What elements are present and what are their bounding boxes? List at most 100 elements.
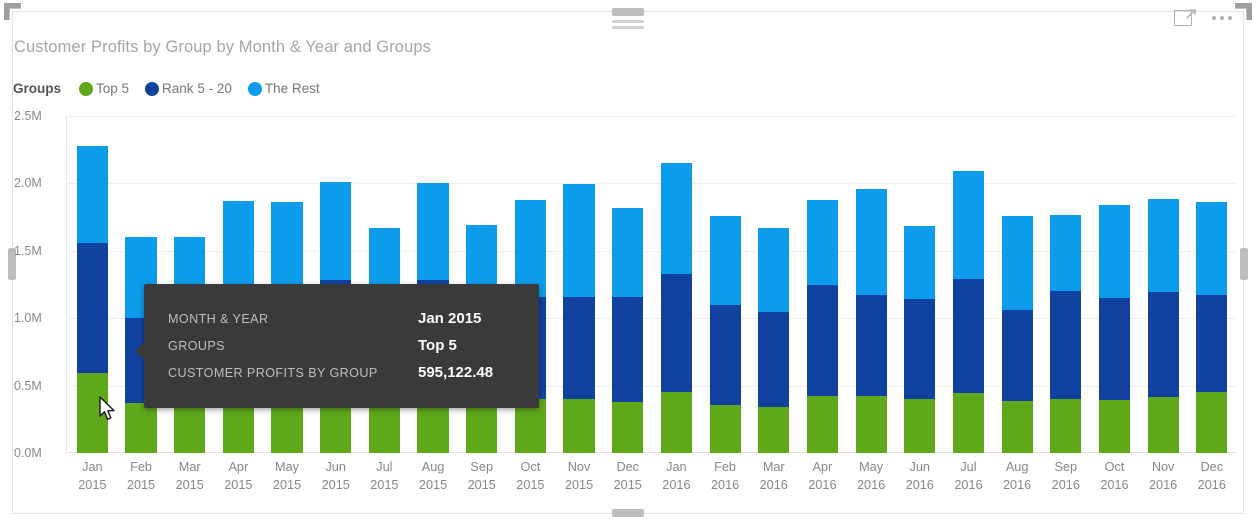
bar-slot (798, 116, 847, 453)
bar-segment[interactable] (1050, 291, 1081, 399)
bar-segment[interactable] (904, 226, 935, 299)
x-axis-tick-label: Dec2016 (1187, 458, 1236, 508)
tooltip-key-month-year: Month & Year (168, 312, 418, 326)
bar-segment[interactable] (856, 189, 887, 294)
bar-slot (993, 116, 1042, 453)
bar-segment[interactable] (1148, 292, 1179, 397)
bar-segment[interactable] (710, 216, 741, 304)
drag-handle[interactable] (612, 20, 644, 32)
more-options-icon[interactable] (1210, 12, 1234, 24)
bar-segment[interactable] (563, 399, 594, 453)
bar-segment[interactable] (1002, 216, 1033, 310)
bar-segment[interactable] (758, 228, 789, 312)
stacked-bar[interactable] (1050, 116, 1081, 453)
bar-segment[interactable] (1148, 199, 1179, 292)
bar-segment[interactable] (710, 405, 741, 453)
bar-segment[interactable] (661, 163, 692, 275)
bar-segment[interactable] (904, 299, 935, 399)
bar-segment[interactable] (515, 200, 546, 297)
bar-segment[interactable] (417, 183, 448, 280)
x-axis-tick-label: Nov2015 (555, 458, 604, 508)
x-axis-tick-label: Oct2015 (506, 458, 555, 508)
stacked-bar[interactable] (563, 116, 594, 453)
bar-segment[interactable] (661, 392, 692, 453)
bar-segment[interactable] (1148, 397, 1179, 453)
tooltip-value-groups: Top 5 (418, 337, 457, 354)
bar-segment[interactable] (661, 274, 692, 391)
stacked-bar[interactable] (661, 116, 692, 453)
bar-segment[interactable] (612, 297, 643, 403)
legend-item-top-5[interactable]: Top 5 (79, 81, 129, 96)
stacked-bar[interactable] (953, 116, 984, 453)
bar-segment[interactable] (77, 243, 108, 372)
bar-segment[interactable] (1196, 295, 1227, 392)
stacked-bar[interactable] (1148, 116, 1179, 453)
x-axis-tick-label: Aug2015 (409, 458, 458, 508)
stacked-bar[interactable] (904, 116, 935, 453)
resize-handle-bottom[interactable] (612, 509, 644, 517)
stacked-bar[interactable] (1196, 116, 1227, 453)
legend: Groups Top 5 Rank 5 - 20 The Rest (13, 81, 336, 96)
bar-segment[interactable] (856, 396, 887, 453)
bar-segment[interactable] (1099, 298, 1130, 400)
resize-handle-right[interactable] (1240, 248, 1248, 280)
x-axis-tick-label: Jul2016 (944, 458, 993, 508)
stacked-bar[interactable] (807, 116, 838, 453)
bar-segment[interactable] (953, 171, 984, 280)
bar-slot (1139, 116, 1188, 453)
stacked-bar[interactable] (1002, 116, 1033, 453)
bar-segment[interactable] (710, 305, 741, 405)
focus-mode-icon[interactable] (1174, 8, 1196, 28)
bar-segment[interactable] (856, 295, 887, 397)
bar-segment[interactable] (369, 400, 400, 453)
x-axis-tick-labels: Jan2015Feb2015Mar2015Apr2015May2015Jun20… (68, 458, 1236, 508)
legend-item-rank-5-20[interactable]: Rank 5 - 20 (145, 81, 232, 96)
stacked-bar[interactable] (1099, 116, 1130, 453)
bar-segment[interactable] (758, 312, 789, 407)
stacked-bar[interactable] (612, 116, 643, 453)
bar-segment[interactable] (563, 297, 594, 399)
y-axis-tick-label: 2.0M (14, 176, 42, 190)
bar-segment[interactable] (953, 393, 984, 453)
bar-segment[interactable] (1002, 310, 1033, 401)
bar-segment[interactable] (1099, 400, 1130, 453)
legend-title: Groups (13, 81, 61, 96)
power-bi-visual-container: Customer Profits by Group by Month & Yea… (0, 0, 1256, 525)
bar-slot (1090, 116, 1139, 453)
bar-segment[interactable] (1196, 392, 1227, 453)
bar-segment[interactable] (904, 399, 935, 453)
stacked-bar[interactable] (856, 116, 887, 453)
bar-segment[interactable] (612, 402, 643, 453)
bar-segment[interactable] (320, 182, 351, 280)
bar-segment[interactable] (77, 146, 108, 243)
tooltip-row-groups: Groups Top 5 (168, 337, 523, 354)
bar-segment[interactable] (1099, 205, 1130, 298)
bar-segment[interactable] (612, 208, 643, 297)
bar-segment[interactable] (807, 285, 838, 396)
bar-segment[interactable] (1002, 401, 1033, 453)
legend-item-the-rest[interactable]: The Rest (248, 81, 320, 96)
y-axis-tick-label: 0.5M (14, 379, 42, 393)
bar-segment[interactable] (466, 402, 497, 453)
bar-segment[interactable] (807, 200, 838, 286)
bar-segment[interactable] (125, 403, 156, 453)
x-axis-tick-label: Aug2016 (993, 458, 1042, 508)
stacked-bar[interactable] (758, 116, 789, 453)
tooltip-row-month-year: Month & Year Jan 2015 (168, 310, 523, 327)
bar-segment[interactable] (1050, 399, 1081, 453)
bar-segment[interactable] (807, 396, 838, 453)
bar-segment[interactable] (174, 404, 205, 453)
tooltip-key-customer-profits: Customer Profits by Group (168, 366, 418, 380)
x-axis-tick-label: Mar2016 (749, 458, 798, 508)
stacked-bar[interactable] (710, 116, 741, 453)
bar-segment[interactable] (758, 407, 789, 453)
bar-segment[interactable] (563, 184, 594, 297)
x-axis-tick-label: Oct2016 (1090, 458, 1139, 508)
x-axis-tick-label: Jun2016 (895, 458, 944, 508)
resize-handle-top[interactable] (612, 8, 644, 16)
tooltip-value-month-year: Jan 2015 (418, 310, 481, 327)
bar-segment[interactable] (1196, 202, 1227, 295)
bar-segment[interactable] (1050, 215, 1081, 291)
x-axis-tick-label: Sep2015 (457, 458, 506, 508)
bar-segment[interactable] (953, 279, 984, 393)
